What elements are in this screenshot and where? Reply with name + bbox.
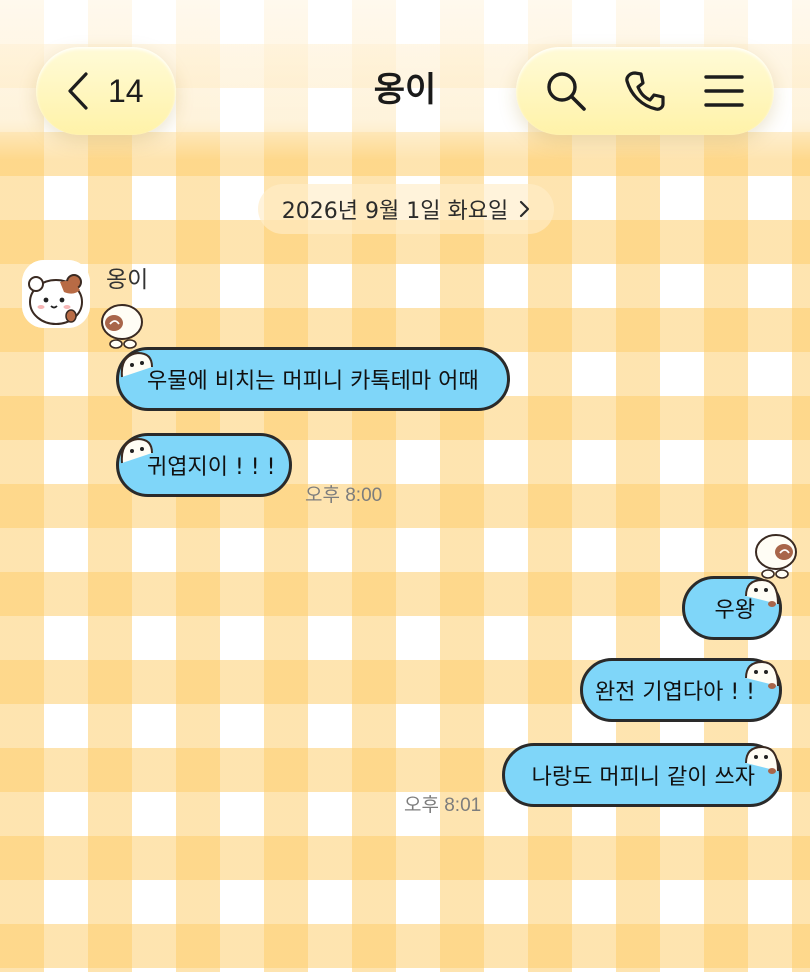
chevron-right-icon — [520, 200, 530, 218]
menu-icon — [704, 75, 745, 107]
call-button[interactable] — [617, 63, 673, 119]
chat-title: 옹이 — [373, 70, 437, 110]
phone-icon — [625, 71, 665, 111]
peeking-hamster-icon — [120, 351, 153, 378]
outgoing-message[interactable]: 나랑도 머피니 같이 쓰자 — [502, 743, 782, 807]
search-icon — [546, 72, 586, 111]
peeking-hamster-icon — [745, 745, 779, 774]
back-button[interactable]: 14 — [36, 47, 176, 135]
hamster-sticker-icon — [101, 304, 143, 349]
peeking-hamster-icon — [745, 578, 779, 607]
message-time: 오후 8:01 — [404, 795, 482, 816]
peeking-hamster-icon — [745, 660, 779, 689]
chevron-left-icon — [68, 72, 88, 110]
unread-count: 14 — [108, 73, 144, 109]
menu-button[interactable] — [696, 63, 752, 119]
search-button[interactable] — [538, 63, 594, 119]
peeking-hamster-icon — [120, 437, 153, 464]
message-text: 귀엽지이 ! ! ! — [147, 455, 276, 480]
date-label: 2026년 9월 1일 화요일 — [281, 199, 509, 224]
avatar[interactable] — [22, 260, 90, 328]
header-actions — [516, 47, 774, 135]
hamster-avatar-icon — [22, 260, 90, 328]
message-text: 우물에 비치는 머피니 카톡테마 어때 — [147, 369, 479, 394]
message-time: 오후 8:00 — [305, 485, 383, 506]
message-text: 나랑도 머피니 같이 쓰자 — [531, 765, 755, 790]
incoming-message[interactable]: 우물에 비치는 머피니 카톡테마 어때 — [116, 347, 510, 411]
date-divider[interactable]: 2026년 9월 1일 화요일 — [258, 184, 554, 234]
message-text: 완전 기엽다아 ! ! — [594, 680, 755, 705]
sender-name: 옹이 — [106, 267, 149, 293]
